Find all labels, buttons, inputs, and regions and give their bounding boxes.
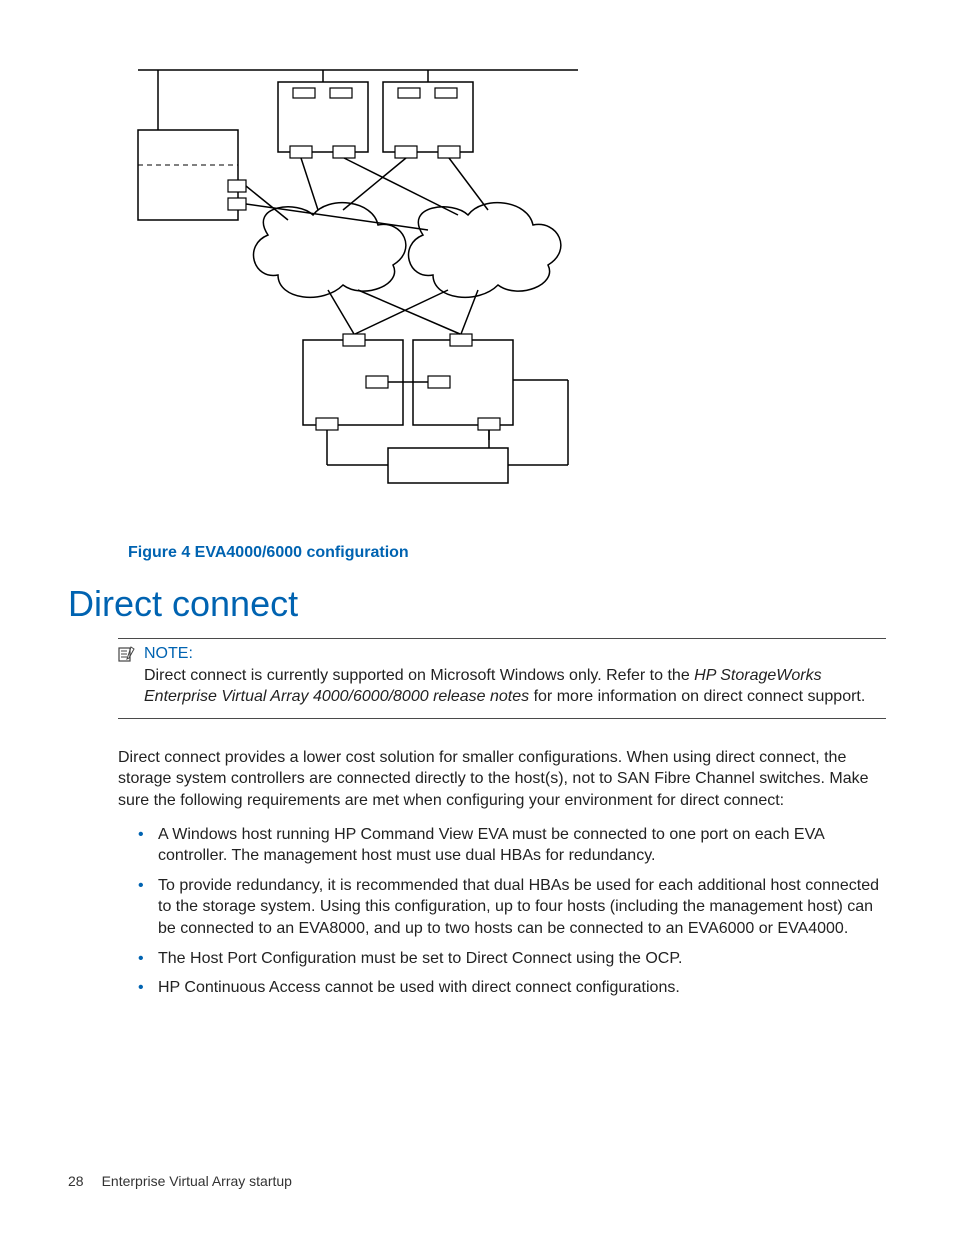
document-page: Figure 4 EVA4000/6000 configuration Dire…	[0, 0, 954, 1235]
list-item: The Host Port Configuration must be set …	[138, 948, 886, 970]
note-icon	[118, 646, 136, 662]
eva-config-diagram	[128, 60, 598, 510]
requirements-list: A Windows host running HP Command View E…	[138, 824, 886, 999]
list-item: To provide redundancy, it is recommended…	[138, 875, 886, 940]
page-footer: 28 Enterprise Virtual Array startup	[68, 1173, 292, 1189]
section-heading-direct-connect: Direct connect	[68, 584, 886, 624]
figure-caption: Figure 4 EVA4000/6000 configuration	[128, 544, 886, 562]
list-item: A Windows host running HP Command View E…	[138, 824, 886, 867]
note-body-suffix: for more information on direct connect s…	[529, 688, 865, 705]
fabric-cloud-left	[254, 203, 406, 298]
fabric-cloud-right	[409, 203, 561, 298]
note-title: NOTE:	[144, 645, 193, 663]
list-item: HP Continuous Access cannot be used with…	[138, 977, 886, 999]
note-body-prefix: Direct connect is currently supported on…	[144, 667, 694, 684]
figure-diagram-wrap	[128, 60, 946, 510]
intro-paragraph: Direct connect provides a lower cost sol…	[118, 747, 886, 812]
footer-section-title: Enterprise Virtual Array startup	[102, 1173, 292, 1189]
note-bottom-divider	[118, 718, 886, 719]
page-number: 28	[68, 1173, 84, 1189]
note-body: Direct connect is currently supported on…	[118, 665, 886, 708]
note-block: NOTE: Direct connect is currently suppor…	[118, 638, 886, 729]
note-top-divider	[118, 638, 886, 639]
